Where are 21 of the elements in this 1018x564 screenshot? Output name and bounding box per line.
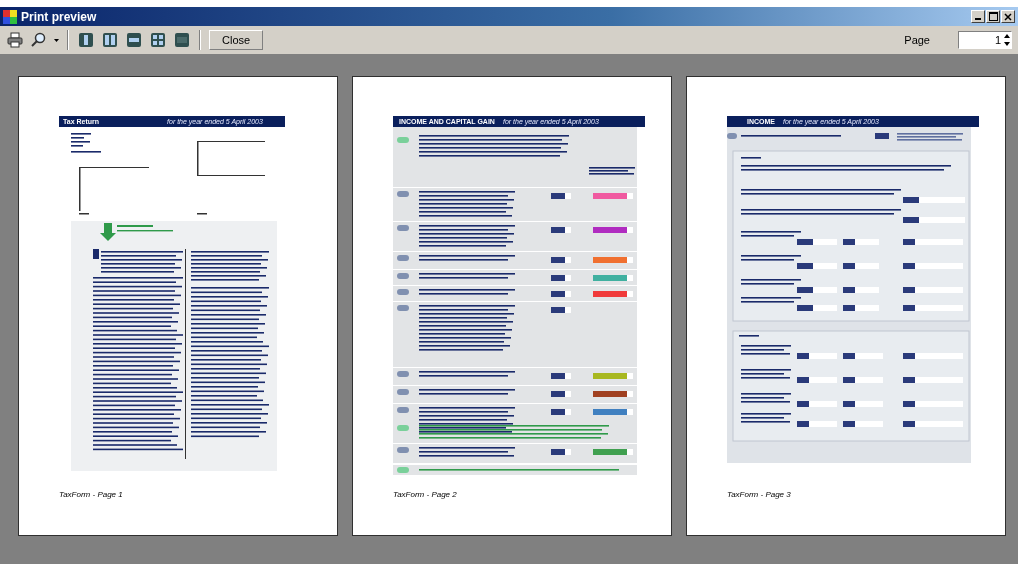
- close-icon: [1004, 12, 1012, 21]
- printer-icon[interactable]: [6, 30, 24, 50]
- six-pages-icon[interactable]: [173, 30, 191, 50]
- page-footer: TaxForm - Page 1: [59, 490, 123, 499]
- page-spinner[interactable]: 1: [958, 31, 1012, 49]
- page-footer: TaxForm - Page 2: [393, 490, 457, 499]
- caret-icon[interactable]: [54, 38, 59, 42]
- four-pages-icon[interactable]: [149, 30, 167, 50]
- maximize-button[interactable]: [986, 10, 1000, 23]
- window-title: Print preview: [21, 9, 97, 24]
- minimize-icon: [975, 18, 981, 20]
- close-button[interactable]: Close: [209, 30, 264, 50]
- two-pages-icon[interactable]: [101, 30, 119, 50]
- app-icon: [3, 9, 17, 24]
- three-pages-icon[interactable]: [125, 30, 143, 50]
- close-button[interactable]: [1001, 10, 1015, 23]
- page-footer: TaxForm - Page 3: [727, 490, 791, 499]
- minimize-button[interactable]: [971, 10, 985, 23]
- one-page-icon[interactable]: [77, 30, 95, 50]
- page-label: Page: [904, 34, 930, 46]
- maximize-icon: [988, 12, 998, 21]
